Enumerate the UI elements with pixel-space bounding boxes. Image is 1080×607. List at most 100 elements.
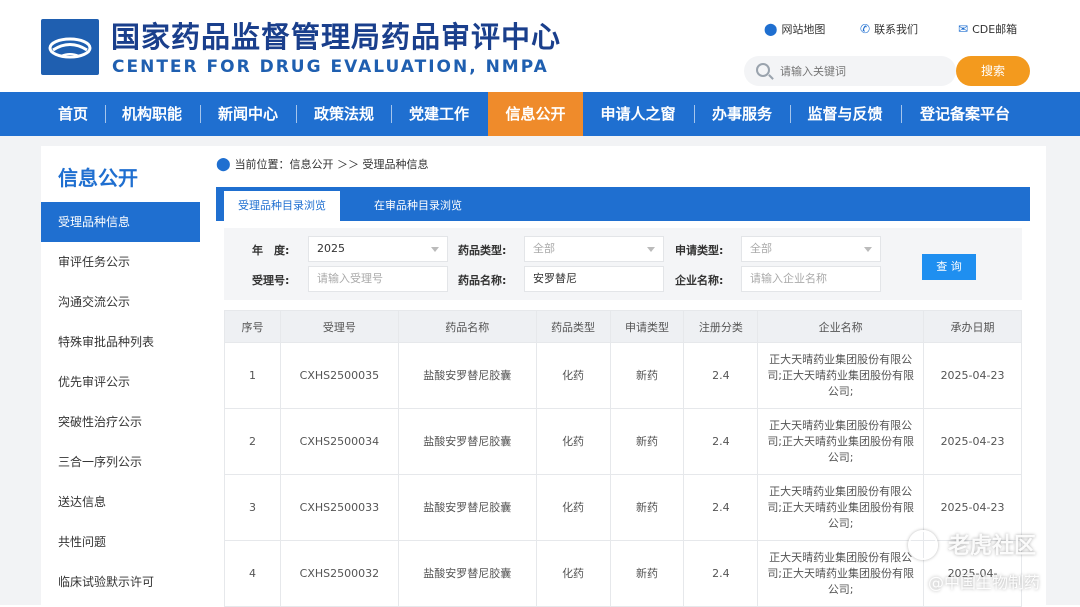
cell-drug-name: 盐酸安罗替尼胶囊 bbox=[397, 408, 537, 475]
table-row: 3 CXHS2500033 盐酸安罗替尼胶囊 化药 新药 2.4 正大天晴药业集… bbox=[224, 474, 1022, 541]
location-pin-icon: ⬤ bbox=[216, 156, 231, 172]
phone-icon: ✆ bbox=[860, 22, 871, 36]
sidebar-item-three-in-one[interactable]: 三合一序列公示 bbox=[41, 442, 200, 482]
contact-link[interactable]: ✆ 联系我们 bbox=[860, 21, 918, 37]
chevron-down-icon bbox=[864, 247, 872, 252]
cell-index: 4 bbox=[224, 540, 281, 607]
cell-drug-type: 化药 bbox=[535, 342, 611, 409]
cell-accept-no[interactable]: CXHS2500035 bbox=[279, 342, 399, 409]
table-row: 2 CXHS2500034 盐酸安罗替尼胶囊 化药 新药 2.4 正大天晴药业集… bbox=[224, 408, 1022, 475]
search-button[interactable]: 搜索 bbox=[956, 56, 1030, 86]
accept-no-input[interactable]: 请输入受理号 bbox=[308, 266, 448, 292]
cell-reg-class: 2.4 bbox=[683, 408, 759, 475]
col-header-index: 序号 bbox=[224, 310, 281, 343]
nav-about[interactable]: 机构职能 bbox=[110, 92, 194, 136]
sitemap-link[interactable]: ⬤ 网站地图 bbox=[764, 21, 825, 37]
cell-date: 2025-04-23 bbox=[923, 408, 1022, 475]
cell-company: 正大天晴药业集团股份有限公司;正大天晴药业集团股份有限公司; bbox=[757, 474, 925, 541]
cell-index: 1 bbox=[224, 342, 281, 409]
nav-party[interactable]: 党建工作 bbox=[397, 92, 481, 136]
sidebar: 信息公开 受理品种信息 审评任务公示 沟通交流公示 特殊审批品种列表 优先审评公… bbox=[41, 146, 200, 605]
col-header-company: 企业名称 bbox=[757, 310, 925, 343]
mail-icon: ✉ bbox=[958, 22, 969, 36]
company-label: 企业名称: bbox=[675, 274, 724, 287]
site-header: 国家药品监督管理局药品审评中心 CENTER FOR DRUG EVALUATI… bbox=[0, 0, 1080, 92]
nav-info-public[interactable]: 信息公开 bbox=[488, 92, 583, 136]
col-header-drug-type: 药品类型 bbox=[535, 310, 611, 343]
site-title-en: CENTER FOR DRUG EVALUATION, NMPA bbox=[112, 57, 549, 77]
cell-apply-type: 新药 bbox=[609, 540, 685, 607]
sidebar-item-communication[interactable]: 沟通交流公示 bbox=[41, 282, 200, 322]
sidebar-item-delivery[interactable]: 送达信息 bbox=[41, 482, 200, 522]
cell-accept-no[interactable]: CXHS2500032 bbox=[279, 540, 399, 607]
cell-company: 正大天晴药业集团股份有限公司;正大天晴药业集团股份有限公司; bbox=[757, 540, 925, 607]
cell-drug-name: 盐酸安罗替尼胶囊 bbox=[397, 540, 537, 607]
breadcrumb: ⬤ 当前位置：信息公开 ＞＞ 受理品种信息 bbox=[216, 156, 429, 172]
drug-name-input[interactable]: 安罗替尼 bbox=[524, 266, 664, 292]
apply-type-select[interactable]: 全部 bbox=[741, 236, 881, 262]
nav-divider bbox=[200, 105, 201, 123]
watermark-handle: @中国生物制药 bbox=[928, 573, 1041, 592]
cell-accept-no[interactable]: CXHS2500034 bbox=[279, 408, 399, 475]
cell-apply-type: 新药 bbox=[609, 342, 685, 409]
table-row: 1 CXHS2500035 盐酸安罗替尼胶囊 化药 新药 2.4 正大天晴药业集… bbox=[224, 342, 1022, 409]
nav-divider bbox=[901, 105, 902, 123]
cell-company: 正大天晴药业集团股份有限公司;正大天晴药业集团股份有限公司; bbox=[757, 342, 925, 409]
cell-reg-class: 2.4 bbox=[683, 474, 759, 541]
nmpa-logo[interactable] bbox=[41, 19, 99, 75]
chevron-down-icon bbox=[431, 247, 439, 252]
cell-drug-type: 化药 bbox=[535, 540, 611, 607]
nav-applicant[interactable]: 申请人之窗 bbox=[590, 92, 686, 136]
watermark-title: 老虎社区 bbox=[948, 534, 1037, 559]
cell-reg-class: 2.4 bbox=[683, 540, 759, 607]
nav-divider bbox=[296, 105, 297, 123]
apply-type-label: 申请类型: bbox=[675, 244, 724, 257]
site-title-cn: 国家药品监督管理局药品审评中心 bbox=[111, 20, 562, 54]
map-pin-icon: ⬤ bbox=[764, 22, 778, 36]
cde-mail-link[interactable]: ✉ CDE邮箱 bbox=[958, 21, 1017, 37]
cell-accept-no[interactable]: CXHS2500033 bbox=[279, 474, 399, 541]
breadcrumb-text: 当前位置：信息公开 ＞＞ 受理品种信息 bbox=[234, 158, 429, 171]
cell-reg-class: 2.4 bbox=[683, 342, 759, 409]
nav-services[interactable]: 办事服务 bbox=[700, 92, 784, 136]
drug-name-label: 药品名称: bbox=[458, 274, 507, 287]
tab-accepted-catalog[interactable]: 受理品种目录浏览 bbox=[224, 191, 340, 221]
sidebar-item-review-tasks[interactable]: 审评任务公示 bbox=[41, 242, 200, 282]
nav-divider bbox=[790, 105, 791, 123]
tab-bar: 受理品种目录浏览 在审品种目录浏览 bbox=[216, 187, 1030, 221]
cell-drug-name: 盐酸安罗替尼胶囊 bbox=[397, 342, 537, 409]
nav-feedback[interactable]: 监督与反馈 bbox=[796, 92, 894, 136]
company-input[interactable]: 请输入企业名称 bbox=[741, 266, 881, 292]
sidebar-item-clinical-trial[interactable]: 临床试验默示许可 bbox=[41, 562, 200, 602]
cell-drug-name: 盐酸安罗替尼胶囊 bbox=[397, 474, 537, 541]
watermark-logo-icon bbox=[908, 530, 938, 560]
tab-under-review-catalog[interactable]: 在审品种目录浏览 bbox=[360, 191, 476, 221]
search-icon bbox=[756, 63, 770, 77]
cell-index: 2 bbox=[224, 408, 281, 475]
nav-policy[interactable]: 政策法规 bbox=[302, 92, 386, 136]
sidebar-item-breakthrough[interactable]: 突破性治疗公示 bbox=[41, 402, 200, 442]
nav-registration[interactable]: 登记备案平台 bbox=[907, 92, 1023, 136]
year-select[interactable]: 2025 bbox=[308, 236, 448, 262]
cell-drug-type: 化药 bbox=[535, 474, 611, 541]
nav-home[interactable]: 首页 bbox=[44, 92, 102, 136]
filter-panel: 年 度: 2025 药品类型: 全部 申请类型: 全部 受理号: 请输入受理号 … bbox=[224, 228, 1022, 300]
accept-no-label: 受理号: bbox=[252, 274, 290, 287]
search-input[interactable] bbox=[780, 62, 940, 80]
sidebar-item-accepted-drugs[interactable]: 受理品种信息 bbox=[41, 202, 200, 242]
sidebar-item-special-approval[interactable]: 特殊审批品种列表 bbox=[41, 322, 200, 362]
nav-news[interactable]: 新闻中心 bbox=[206, 92, 290, 136]
drug-type-label: 药品类型: bbox=[458, 244, 507, 257]
nav-divider bbox=[105, 105, 106, 123]
nav-divider bbox=[391, 105, 392, 123]
sidebar-item-common-issues[interactable]: 共性问题 bbox=[41, 522, 200, 562]
drug-type-select[interactable]: 全部 bbox=[524, 236, 664, 262]
sidebar-item-priority-review[interactable]: 优先审评公示 bbox=[41, 362, 200, 402]
query-button[interactable]: 查 询 bbox=[922, 254, 976, 280]
cell-company: 正大天晴药业集团股份有限公司;正大天晴药业集团股份有限公司; bbox=[757, 408, 925, 475]
results-table: 序号 受理号 药品名称 药品类型 申请类型 注册分类 企业名称 承办日期 1 C… bbox=[224, 310, 1022, 607]
main-nav: 首页 机构职能 新闻中心 政策法规 党建工作 信息公开 申请人之窗 办事服务 监… bbox=[0, 92, 1080, 136]
table-header-row: 序号 受理号 药品名称 药品类型 申请类型 注册分类 企业名称 承办日期 bbox=[224, 310, 1022, 343]
cell-apply-type: 新药 bbox=[609, 408, 685, 475]
cell-index: 3 bbox=[224, 474, 281, 541]
